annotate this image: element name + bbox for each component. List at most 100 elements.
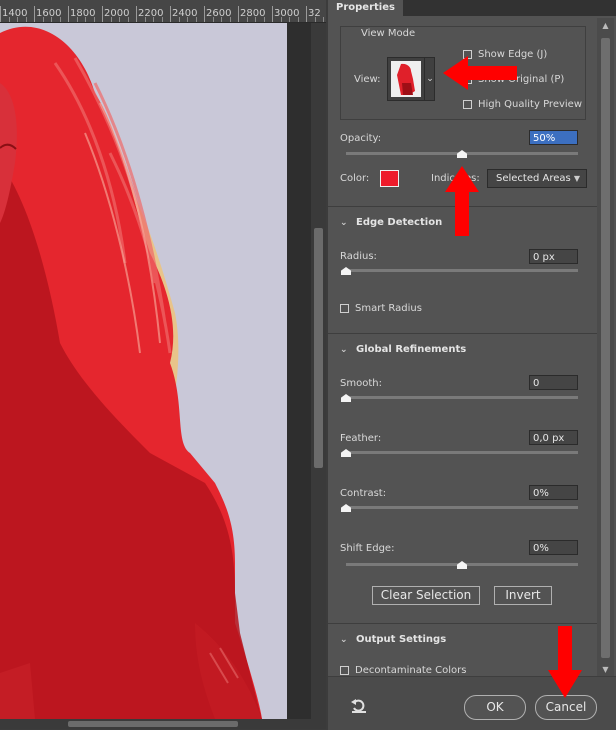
panel-scrollbar[interactable]: ▲ ▼ bbox=[597, 18, 614, 676]
scroll-down-icon[interactable]: ▼ bbox=[597, 665, 614, 674]
ruler-minor-tick bbox=[59, 17, 61, 22]
ruler-minor-tick bbox=[25, 17, 27, 22]
ruler-label: 1400 bbox=[2, 8, 28, 19]
smooth-slider-track[interactable] bbox=[346, 396, 578, 399]
ruler-minor-tick bbox=[323, 17, 324, 22]
ruler-minor-tick bbox=[246, 17, 248, 22]
contrast-input[interactable]: 0% bbox=[529, 485, 578, 500]
decontaminate-colors-label: Decontaminate Colors bbox=[355, 665, 467, 676]
chevron-down-icon: ⌄ bbox=[340, 218, 348, 228]
reset-icon[interactable] bbox=[350, 698, 368, 714]
canvas-vertical-scroll-thumb[interactable] bbox=[314, 228, 323, 468]
high-quality-preview-checkbox[interactable] bbox=[463, 100, 472, 109]
ruler-minor-tick bbox=[263, 17, 265, 22]
ruler-minor-tick bbox=[187, 17, 188, 22]
ruler-minor-tick bbox=[85, 17, 86, 22]
smart-radius-checkbox[interactable] bbox=[340, 304, 349, 313]
ruler-minor-tick bbox=[8, 17, 10, 22]
ruler-label: 2400 bbox=[172, 8, 198, 19]
decontaminate-colors-checkbox[interactable] bbox=[340, 666, 349, 675]
contrast-label: Contrast: bbox=[340, 488, 387, 499]
document-canvas[interactable] bbox=[0, 23, 287, 719]
ruler-major-tick bbox=[238, 6, 239, 22]
high-quality-preview-label: High Quality Preview bbox=[478, 99, 582, 110]
view-mode-selector[interactable]: ⌄ bbox=[387, 57, 435, 101]
show-edge-label: Show Edge (J) bbox=[478, 49, 548, 60]
ruler-minor-tick bbox=[51, 17, 52, 22]
radius-input[interactable]: 0 px bbox=[529, 249, 578, 264]
ruler-minor-tick bbox=[221, 17, 222, 22]
feather-slider-track[interactable] bbox=[346, 451, 578, 454]
smart-radius-label: Smart Radius bbox=[355, 303, 422, 314]
ruler-label: 2000 bbox=[104, 8, 130, 19]
panel-tab-bar: Properties bbox=[328, 0, 616, 16]
ruler-label: 3000 bbox=[274, 8, 300, 19]
ruler-label: 2600 bbox=[206, 8, 232, 19]
ruler-label: 1600 bbox=[36, 8, 62, 19]
ruler-minor-tick bbox=[195, 17, 197, 22]
ruler-major-tick bbox=[34, 6, 35, 22]
ruler-minor-tick bbox=[110, 17, 112, 22]
view-thumbnail-figure bbox=[397, 63, 415, 95]
output-settings-header[interactable]: ⌄ Output Settings bbox=[340, 634, 446, 645]
indicates-value: Selected Areas bbox=[496, 173, 571, 184]
view-thumbnail bbox=[391, 61, 421, 97]
ruler-minor-tick bbox=[161, 17, 163, 22]
radius-slider-track[interactable] bbox=[346, 269, 578, 272]
ok-button[interactable]: OK bbox=[464, 695, 526, 720]
chevron-down-icon: ⌄ bbox=[340, 345, 348, 355]
contrast-slider-track[interactable] bbox=[346, 506, 578, 509]
divider bbox=[328, 206, 597, 207]
properties-panel: Properties View Mode View: ⌄ Show Edge (… bbox=[328, 0, 616, 730]
ruler-major-tick bbox=[136, 6, 137, 22]
canvas-gutter bbox=[287, 23, 311, 719]
smooth-input[interactable]: 0 bbox=[529, 375, 578, 390]
global-refinements-title: Global Refinements bbox=[356, 344, 467, 355]
opacity-input[interactable]: 50% bbox=[529, 130, 578, 145]
panel-scroll-thumb[interactable] bbox=[601, 38, 610, 658]
feather-label: Feather: bbox=[340, 433, 382, 444]
edge-detection-header[interactable]: ⌄ Edge Detection bbox=[340, 217, 442, 228]
chevron-down-icon: ▼ bbox=[573, 174, 580, 183]
ruler-minor-tick bbox=[178, 17, 180, 22]
indicates-label: Indicates: bbox=[431, 173, 480, 184]
ruler-major-tick bbox=[204, 6, 205, 22]
ruler-minor-tick bbox=[76, 17, 78, 22]
properties-tab[interactable]: Properties bbox=[328, 0, 403, 16]
ruler-minor-tick bbox=[93, 17, 95, 22]
shift-edge-input[interactable]: 0% bbox=[529, 540, 578, 555]
view-mode-header: View Mode bbox=[361, 28, 416, 39]
ruler-minor-tick bbox=[144, 17, 146, 22]
chevron-down-icon: ⌄ bbox=[340, 635, 348, 645]
invert-button[interactable]: Invert bbox=[494, 586, 552, 605]
show-edge-checkbox[interactable] bbox=[463, 50, 472, 59]
output-settings-title: Output Settings bbox=[356, 634, 447, 645]
show-original-label: Show Original (P) bbox=[478, 74, 565, 85]
ruler-major-tick bbox=[170, 6, 171, 22]
feather-input[interactable]: 0,0 px bbox=[529, 430, 578, 445]
ruler-label: 1800 bbox=[70, 8, 96, 19]
color-label: Color: bbox=[340, 173, 370, 184]
canvas-image bbox=[0, 23, 287, 719]
radius-label: Radius: bbox=[340, 251, 377, 262]
ruler-minor-tick bbox=[229, 17, 231, 22]
canvas-vertical-scrollbar[interactable] bbox=[311, 23, 326, 719]
indicates-dropdown[interactable]: Selected Areas ▼ bbox=[487, 169, 587, 188]
overlay-color-swatch[interactable] bbox=[380, 170, 399, 187]
cancel-button[interactable]: Cancel bbox=[535, 695, 597, 720]
global-refinements-header[interactable]: ⌄ Global Refinements bbox=[340, 344, 466, 355]
edge-detection-title: Edge Detection bbox=[356, 217, 443, 228]
chevron-down-icon[interactable]: ⌄ bbox=[424, 58, 435, 100]
canvas-horizontal-scrollbar[interactable] bbox=[0, 719, 326, 729]
ruler-minor-tick bbox=[314, 17, 316, 22]
show-original-checkbox[interactable] bbox=[463, 75, 472, 84]
ruler-minor-tick bbox=[42, 17, 44, 22]
canvas-horizontal-scroll-thumb[interactable] bbox=[68, 721, 238, 727]
ruler-major-tick bbox=[0, 6, 1, 22]
view-label: View: bbox=[354, 74, 381, 85]
shift-edge-label: Shift Edge: bbox=[340, 543, 395, 554]
scroll-up-icon[interactable]: ▲ bbox=[597, 21, 614, 30]
clear-selection-button[interactable]: Clear Selection bbox=[372, 586, 480, 605]
smooth-label: Smooth: bbox=[340, 378, 382, 389]
ruler-minor-tick bbox=[153, 17, 154, 22]
